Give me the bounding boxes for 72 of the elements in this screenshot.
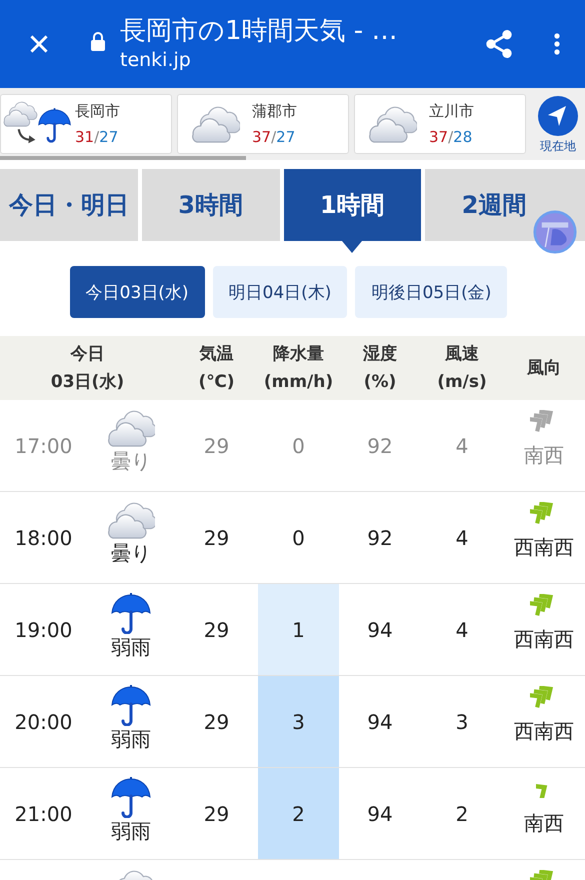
weather-label: 曇り xyxy=(111,540,151,566)
wind-direction: 西南西 xyxy=(514,626,574,652)
time-cell: 19:00 xyxy=(14,616,72,642)
weather-label: 弱雨 xyxy=(111,634,151,660)
time-cell: 17:00 xyxy=(14,432,72,458)
column-header: 今日 xyxy=(69,343,106,366)
city-card[interactable]: 立川市 37/28 xyxy=(354,94,526,154)
temperature-cell: 29 xyxy=(204,524,230,550)
humidity-cell: 94 xyxy=(367,800,393,826)
temp-separator: / xyxy=(94,128,100,146)
temp-separator: / xyxy=(271,128,276,146)
wind-direction: 西南西 xyxy=(514,534,574,560)
temp-separator: / xyxy=(448,128,454,146)
humidity-cell: 92 xyxy=(367,524,393,550)
weather-label: 曇り xyxy=(111,448,151,474)
date-button[interactable]: 明日04日(木) xyxy=(212,266,348,318)
wind-speed-cell: 4 xyxy=(456,524,468,550)
weather-label: 弱雨 xyxy=(111,818,151,844)
precipitation-cell: 0 xyxy=(292,524,305,550)
precipitation-cell: 0 xyxy=(292,432,305,458)
wind-speed-cell: 3 xyxy=(456,708,468,734)
column-unit: (℃) xyxy=(197,371,236,394)
page-url: tenki.jp xyxy=(120,48,192,73)
temperature-cell: 29 xyxy=(204,432,230,458)
floating-bubble-overlay[interactable] xyxy=(533,210,577,254)
forecast-tab[interactable]: 今日・明日 xyxy=(0,169,138,241)
lock-icon xyxy=(90,31,106,51)
column-header: 風速 xyxy=(444,343,480,366)
column-header: 湿度 xyxy=(362,343,398,366)
column-header: 降水量 xyxy=(272,343,325,366)
column-unit: (m/s) xyxy=(436,371,488,394)
city-card[interactable]: 蒲郡市 37/27 xyxy=(177,94,349,154)
precipitation-cell: 1 xyxy=(258,584,339,675)
temperature-cell: 29 xyxy=(204,708,230,734)
wind-direction: 南西 xyxy=(524,810,564,836)
column-unit: 03日(水) xyxy=(50,371,126,394)
humidity-cell: 94 xyxy=(367,616,393,642)
low-temp: 27 xyxy=(276,128,296,146)
column-unit: (%) xyxy=(362,371,398,394)
precipitation-cell: 3 xyxy=(258,676,339,767)
wind-direction: 西南西 xyxy=(514,718,574,744)
weather-label: 弱雨 xyxy=(111,726,151,752)
date-button[interactable]: 明後日05日(金) xyxy=(355,266,508,318)
column-header: 気温 xyxy=(198,343,234,366)
tab-pointer xyxy=(342,241,362,253)
time-cell: 20:00 xyxy=(14,708,72,734)
more-options-icon[interactable] xyxy=(553,31,561,57)
temperature-cell: 29 xyxy=(204,800,230,826)
high-temp: 31 xyxy=(75,128,94,146)
column-unit: (mm/h) xyxy=(262,371,334,394)
humidity-cell: 94 xyxy=(367,708,393,734)
low-temp: 27 xyxy=(99,128,118,146)
time-cell: 21:00 xyxy=(14,800,72,826)
humidity-cell: 92 xyxy=(367,432,393,458)
city-name: 長岡市 xyxy=(75,101,121,122)
wind-direction: 南西 xyxy=(524,442,564,468)
wind-speed-cell: 4 xyxy=(456,616,468,642)
low-temp: 28 xyxy=(453,128,472,146)
precipitation-cell: 2 xyxy=(258,768,339,859)
temperature-cell: 29 xyxy=(204,616,230,642)
forecast-tab[interactable]: 3時間 xyxy=(142,169,280,241)
time-cell: 18:00 xyxy=(14,524,72,550)
wind-speed-cell: 4 xyxy=(456,432,468,458)
city-name: 蒲郡市 xyxy=(252,101,298,122)
city-name: 立川市 xyxy=(429,101,475,122)
city-card[interactable]: 長岡市 31/27 xyxy=(0,94,172,154)
page-title: 長岡市の1時間天気 - … xyxy=(120,15,398,47)
date-button[interactable]: 今日03日(水) xyxy=(70,266,205,318)
wind-speed-cell: 2 xyxy=(456,800,468,826)
column-header: 風向 xyxy=(526,357,562,380)
high-temp: 37 xyxy=(252,128,272,146)
high-temp: 37 xyxy=(429,128,448,146)
